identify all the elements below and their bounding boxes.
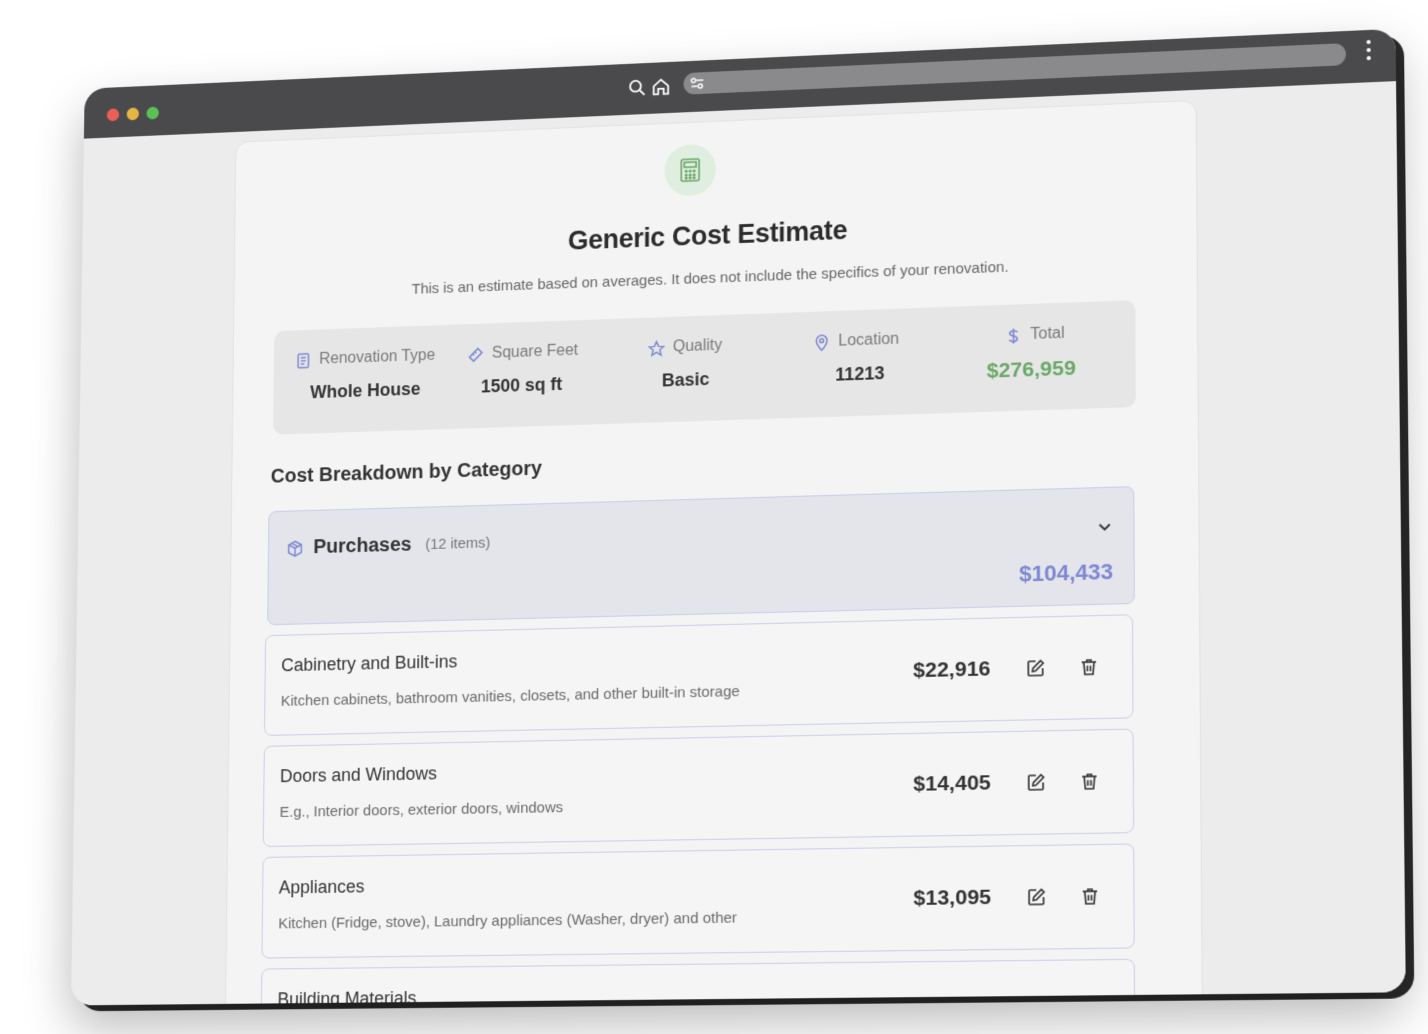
item-description: Kitchen cabinets, bathroom vanities, clo… — [281, 683, 740, 710]
page-viewport: Generic Cost Estimate This is an estimat… — [71, 81, 1406, 1005]
summary-panel: Renovation Type Whole House Square Feet … — [273, 300, 1136, 435]
maximize-window-button[interactable] — [146, 107, 158, 120]
category-count: (12 items) — [425, 534, 490, 553]
line-item: Cabinetry and Built-ins Kitchen cabinets… — [264, 614, 1134, 736]
item-name: Doors and Windows — [280, 763, 437, 787]
item-description: Kitchen (Fridge, stove), Laundry applian… — [278, 909, 737, 932]
category-purchases[interactable]: Purchases (12 items) $104,433 — [267, 486, 1135, 625]
line-item: Appliances Kitchen (Fridge, stove), Laun… — [261, 843, 1134, 958]
item-name: Cabinetry and Built-ins — [281, 651, 457, 676]
browser-window: Generic Cost Estimate This is an estimat… — [71, 29, 1406, 1006]
calculator-badge — [664, 143, 716, 196]
home-icon[interactable] — [650, 76, 672, 99]
category-name: Purchases — [313, 534, 411, 559]
category-total: $104,433 — [1019, 559, 1113, 588]
summary-total: Total $276,959 — [1005, 324, 1076, 383]
item-amount: $22,916 — [913, 657, 990, 683]
map-pin-icon — [813, 334, 830, 352]
search-icon[interactable] — [626, 77, 648, 100]
trash-icon[interactable] — [1080, 886, 1101, 907]
item-name: Building Materials — [277, 988, 416, 1005]
summary-label: Quality — [673, 337, 722, 357]
section-title: Cost Breakdown by Category — [271, 458, 542, 489]
dollar-icon — [1005, 327, 1022, 345]
line-item: Doors and Windows E.g., Interior doors, … — [263, 729, 1134, 847]
trash-icon[interactable] — [1079, 771, 1100, 792]
site-settings-icon[interactable] — [689, 76, 705, 90]
minimize-window-button[interactable] — [127, 107, 139, 120]
star-icon — [648, 339, 665, 356]
item-amount: $14,405 — [913, 771, 991, 797]
trash-icon[interactable] — [1079, 657, 1100, 678]
summary-value: 1500 sq ft — [467, 373, 578, 397]
summary-value: Whole House — [295, 378, 435, 403]
calculator-icon — [679, 158, 701, 183]
summary-label: Total — [1030, 325, 1065, 344]
close-window-button[interactable] — [107, 108, 119, 121]
package-icon — [286, 539, 304, 557]
summary-label: Square Feet — [492, 342, 578, 363]
summary-label: Location — [838, 331, 899, 351]
item-amount: $13,095 — [913, 886, 991, 912]
summary-total-value: $276,959 — [987, 357, 1076, 384]
edit-icon[interactable] — [1026, 887, 1047, 908]
summary-value: 11213 — [813, 363, 899, 387]
line-item: Building Materials — [260, 959, 1135, 1006]
summary-value: Basic — [648, 369, 722, 392]
summary-renovation-type: Renovation Type Whole House — [295, 347, 436, 404]
summary-label: Renovation Type — [319, 347, 435, 369]
summary-location: Location 11213 — [813, 331, 899, 387]
summary-square-feet: Square Feet 1500 sq ft — [467, 342, 578, 398]
item-name: Appliances — [279, 876, 365, 898]
chevron-down-icon[interactable] — [1096, 518, 1113, 535]
item-description: E.g., Interior doors, exterior doors, wi… — [279, 799, 563, 821]
edit-icon[interactable] — [1026, 772, 1047, 793]
summary-quality: Quality Basic — [648, 337, 722, 392]
document-icon — [295, 352, 312, 369]
ruler-icon — [467, 346, 484, 363]
edit-icon[interactable] — [1025, 658, 1046, 679]
estimate-card: Generic Cost Estimate This is an estimat… — [225, 100, 1203, 1006]
browser-menu-icon[interactable] — [1364, 38, 1373, 65]
